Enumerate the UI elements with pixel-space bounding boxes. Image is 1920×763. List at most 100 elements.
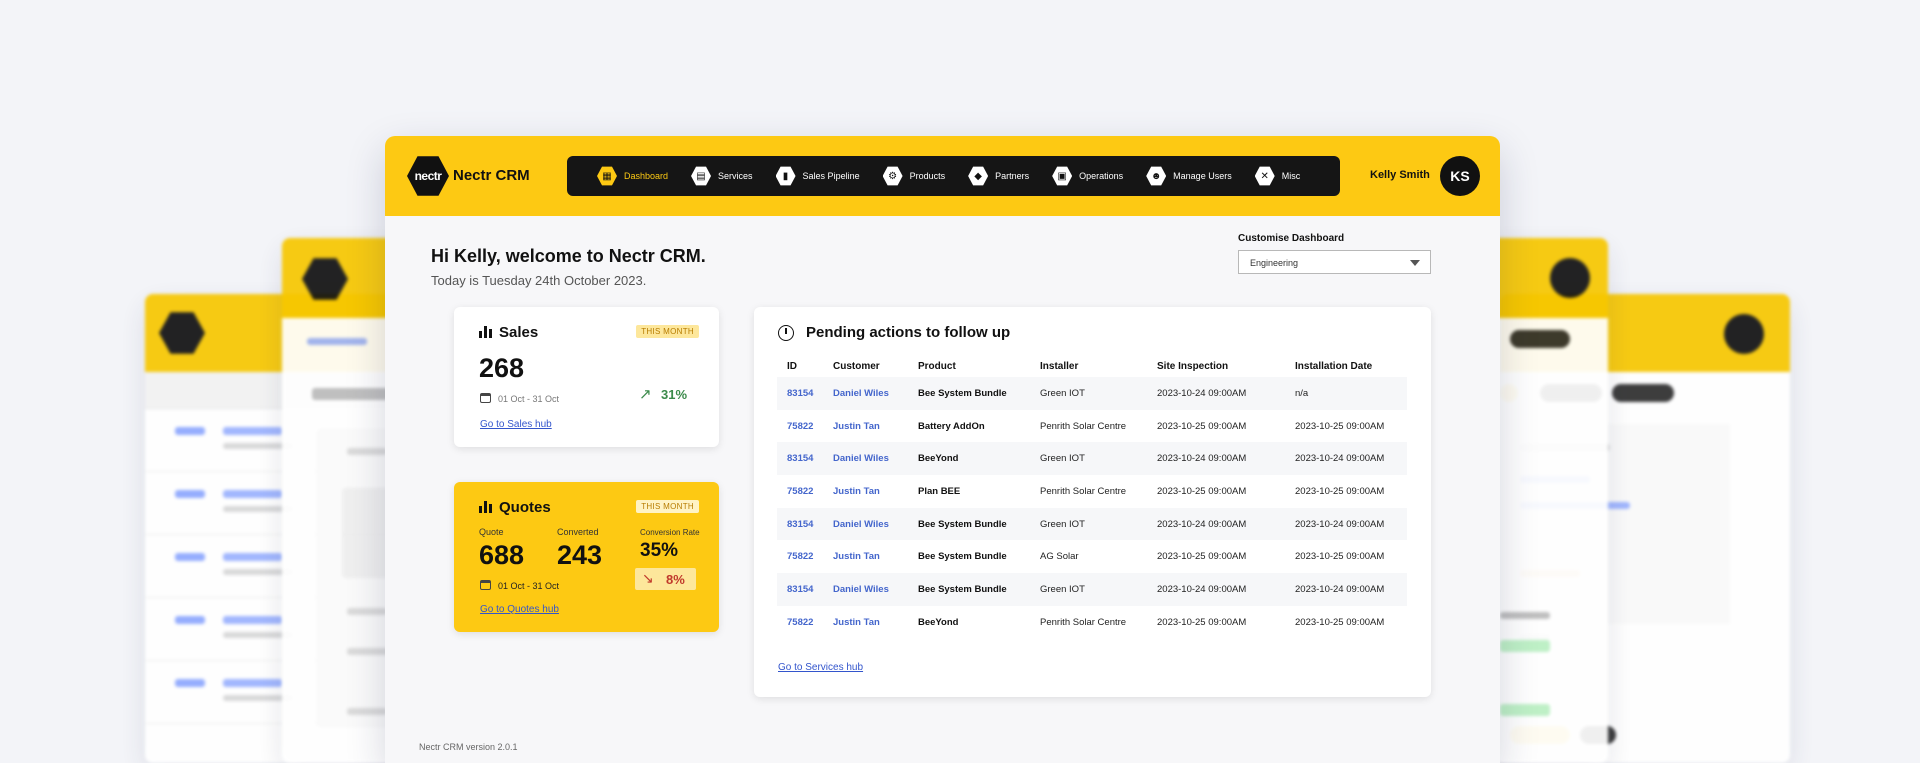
row-installer: AG Solar (1040, 551, 1079, 563)
this-month-badge: THIS MONTH (636, 325, 699, 338)
row-id[interactable]: 83154 (777, 507, 823, 541)
row-installer: Green IOT (1030, 573, 1147, 606)
nav-label: Partners (995, 171, 1030, 181)
row-customer[interactable]: Justin Tan (823, 410, 908, 443)
row-id[interactable]: 75822 (777, 410, 823, 443)
solar-panel-icon: ▤ (691, 166, 712, 186)
bar-chart-icon (479, 325, 492, 338)
sales-title: Sales (499, 324, 539, 341)
sales-card: Sales THIS MONTH 268 01 Oct - 31 Oct ↗ 3… (454, 307, 719, 447)
row-product: Bee System Bundle (918, 551, 1007, 563)
app-name: Nectr CRM (453, 167, 530, 184)
table-row[interactable]: 83154 Daniel Wiles Bee System Bundle Gre… (777, 377, 1407, 410)
row-site-inspection: 2023-10-24 09:00AM (1147, 377, 1285, 410)
calendar-icon (480, 580, 491, 590)
sales-hub-link[interactable]: Go to Sales hub (480, 419, 552, 430)
row-customer[interactable]: Daniel Wiles (823, 573, 908, 606)
customise-dashboard-select[interactable]: Engineering (1238, 250, 1431, 274)
row-installation-date: n/a (1285, 377, 1407, 410)
nav-dashboard[interactable]: ▦ Dashboard (597, 166, 668, 186)
row-installer: Green IOT (1030, 442, 1147, 476)
column-header: Site Inspection (1157, 360, 1229, 372)
row-installer: Green IOT (1030, 377, 1147, 410)
nav-partners[interactable]: ◆ Partners (968, 166, 1029, 186)
quotes-hub-link[interactable]: Go to Quotes hub (480, 604, 559, 615)
column-header: Customer (833, 360, 880, 372)
services-hub-link[interactable]: Go to Services hub (778, 662, 863, 673)
quotes-title: Quotes (499, 499, 551, 516)
table-row[interactable]: 75822 Justin Tan Plan BEE Penrith Solar … (777, 475, 1407, 508)
row-product: BeeYond (918, 616, 959, 628)
nav-label: Manage Users (1173, 171, 1232, 181)
chevron-down-icon (1410, 260, 1420, 266)
selected-value: Engineering (1250, 258, 1299, 268)
row-id[interactable]: 83154 (777, 442, 823, 476)
row-installation-date: 2023-10-24 09:00AM (1285, 507, 1407, 541)
top-bar: nectr Nectr CRM ▦ Dashboard ▤ Services ▮… (385, 136, 1500, 216)
nav-label: Operations (1079, 171, 1124, 181)
timer-icon (778, 325, 794, 341)
sales-date-range: 01 Oct - 31 Oct (498, 394, 560, 404)
nav-products[interactable]: ⚙ Products (882, 166, 945, 186)
pending-actions-card: Pending actions to follow up ID Customer… (754, 307, 1431, 697)
row-customer[interactable]: Daniel Wiles (823, 377, 908, 410)
converted-label: Converted (557, 527, 599, 537)
row-customer[interactable]: Justin Tan (823, 475, 908, 508)
row-site-inspection: 2023-10-25 09:00AM (1157, 485, 1247, 497)
row-id[interactable]: 75822 (777, 540, 823, 573)
row-product: Bee System Bundle (908, 507, 1030, 541)
quotes-date-range: 01 Oct - 31 Oct (498, 581, 560, 591)
row-installer: Penrith Solar Centre (1040, 485, 1127, 497)
row-customer[interactable]: Justin Tan (823, 606, 908, 639)
row-customer[interactable]: Daniel Wiles (823, 507, 908, 541)
row-site-inspection: 2023-10-25 09:00AM (1157, 616, 1247, 628)
quote-value: 688 (479, 540, 525, 570)
table-row[interactable]: 75822 Justin Tan Battery AddOn Penrith S… (777, 410, 1407, 443)
row-customer[interactable]: Justin Tan (823, 540, 908, 573)
table-row[interactable]: 83154 Daniel Wiles Bee System Bundle Gre… (777, 507, 1407, 541)
tools-icon: ✕ (1254, 166, 1275, 186)
table-header-row: ID Customer Product Installer Site Inspe… (777, 355, 1407, 377)
this-month-badge: THIS MONTH (636, 500, 699, 513)
conversion-rate-value: 35% (640, 540, 679, 561)
nav-label: Services (718, 171, 753, 181)
row-id[interactable]: 75822 (777, 475, 823, 508)
column-header: Product (918, 360, 956, 372)
conversion-rate-label: Conversion Rate (640, 528, 700, 537)
avatar[interactable]: KS (1440, 156, 1480, 196)
row-customer[interactable]: Daniel Wiles (823, 442, 908, 476)
column-header: ID (787, 360, 797, 372)
user-name[interactable]: Kelly Smith (1370, 169, 1430, 181)
table-row[interactable]: 75822 Justin Tan BeeYond Penrith Solar C… (777, 606, 1407, 639)
nav-operations[interactable]: ▣ Operations (1052, 166, 1123, 186)
sales-value: 268 (479, 353, 525, 383)
row-site-inspection: 2023-10-24 09:00AM (1147, 442, 1285, 476)
row-site-inspection: 2023-10-25 09:00AM (1157, 420, 1247, 432)
nav-sales-pipeline[interactable]: ▮ Sales Pipeline (775, 166, 860, 186)
row-installation-date: 2023-10-25 09:00AM (1295, 551, 1385, 563)
today-date: Today is Tuesday 24th October 2023. (431, 273, 647, 288)
row-installer: Penrith Solar Centre (1040, 420, 1127, 432)
nav-label: Misc (1281, 171, 1301, 181)
bar-chart-icon (479, 500, 492, 513)
table-row[interactable]: 83154 Daniel Wiles BeeYond Green IOT 202… (777, 442, 1407, 476)
row-product: Bee System Bundle (908, 573, 1030, 606)
row-id[interactable]: 75822 (777, 606, 823, 639)
gear-icon: ⚙ (882, 166, 903, 186)
grid-icon: ▦ (597, 166, 617, 186)
table-row[interactable]: 83154 Daniel Wiles Bee System Bundle Gre… (777, 573, 1407, 606)
main-nav: ▦ Dashboard ▤ Services ▮ Sales Pipeline … (567, 156, 1340, 196)
bar-chart-icon: ▮ (775, 166, 796, 186)
row-id[interactable]: 83154 (777, 573, 823, 606)
row-site-inspection: 2023-10-25 09:00AM (1157, 551, 1247, 563)
page-title: Hi Kelly, welcome to Nectr CRM. (431, 246, 706, 266)
nav-manage-users[interactable]: ☻ Manage Users (1146, 166, 1232, 186)
nav-services[interactable]: ▤ Services (691, 166, 753, 186)
row-id[interactable]: 83154 (777, 377, 823, 410)
row-installation-date: 2023-10-24 09:00AM (1285, 573, 1407, 606)
table-row[interactable]: 75822 Justin Tan Bee System Bundle AG So… (777, 540, 1407, 573)
column-header: Installation Date (1295, 360, 1373, 372)
nectr-logo[interactable]: nectr (407, 156, 449, 196)
nav-misc[interactable]: ✕ Misc (1254, 166, 1301, 186)
row-product: Bee System Bundle (908, 377, 1030, 410)
